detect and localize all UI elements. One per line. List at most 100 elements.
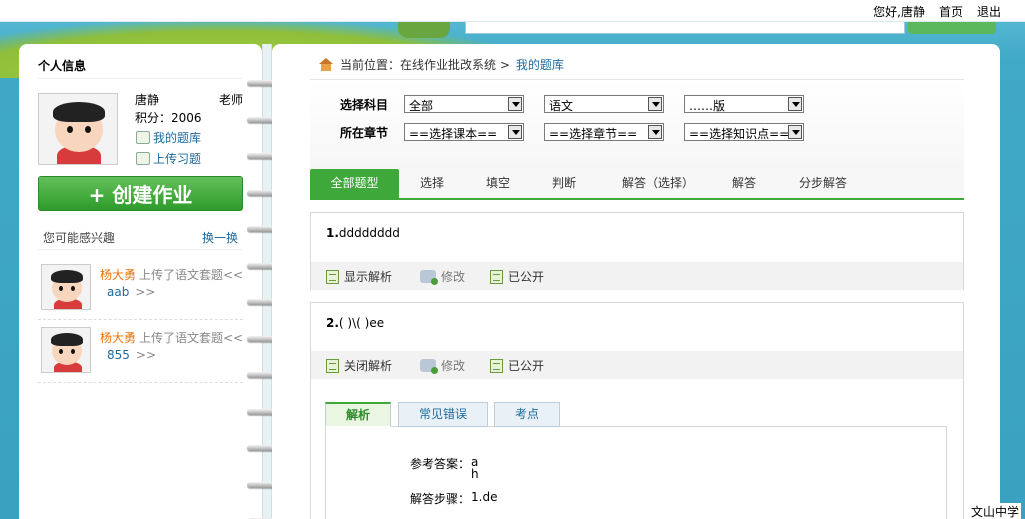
create-homework-button[interactable]: + 创建作业 <box>38 176 243 211</box>
feed-item-title: aab <box>107 285 130 299</box>
divider <box>38 249 243 250</box>
action-label: 关闭解析 <box>344 359 393 373</box>
breadcrumb-path: 当前位置：在线作业批改系统 > <box>340 58 510 72</box>
tab-all[interactable]: 全部题型 <box>310 169 399 198</box>
chevron-down-icon <box>788 97 802 111</box>
logout-link[interactable]: 退出 <box>977 3 1001 20</box>
feed-avatar <box>41 264 91 310</box>
feed-user-name[interactable]: 杨大勇 <box>100 329 136 346</box>
knowledge-value: ==选择知识点== <box>689 127 790 141</box>
course-value: 语文 <box>549 99 574 113</box>
analysis-panel: 参考答案： a h 解答步骤： 1.de <box>325 426 947 519</box>
course-select[interactable]: 语文 <box>544 95 664 113</box>
question-text: ( )\( )ee <box>338 316 385 330</box>
answer-line: h <box>471 467 479 481</box>
section-select[interactable]: ==选择章节== <box>544 123 664 141</box>
subject-label: 选择科目 <box>340 98 389 112</box>
tab-choice[interactable]: 选择 <box>410 169 454 198</box>
action-label: 修改 <box>441 359 466 373</box>
chevron-down-icon <box>648 125 662 139</box>
tab-judge[interactable]: 判断 <box>542 169 586 198</box>
school-name: 文山中学 <box>968 503 1021 519</box>
interest-label: 您可能感兴趣 <box>43 231 116 245</box>
action-label: 修改 <box>441 270 466 284</box>
feed-avatar <box>41 327 91 373</box>
tab-answer-choice[interactable]: 解答（选择） <box>608 169 708 198</box>
edit-button[interactable]: 修改 <box>420 268 465 285</box>
subject-select[interactable]: 全部 <box>404 95 524 113</box>
profile-title: 个人信息 <box>38 59 87 73</box>
link-label: 我的题库 <box>153 131 202 145</box>
user-name: 唐静 <box>135 93 160 107</box>
steps-label: 解答步骤： <box>410 492 471 506</box>
feed-more: >> <box>135 348 157 362</box>
feed-item-link[interactable]: aab >> <box>107 285 155 299</box>
chevron-down-icon <box>508 125 522 139</box>
subject-value: 全部 <box>409 99 434 113</box>
question-actions: 关闭解析 修改 已公开 <box>311 351 963 379</box>
home-link[interactable]: 首页 <box>939 3 963 20</box>
action-label: 已公开 <box>508 359 545 373</box>
home-icon[interactable] <box>318 58 334 71</box>
tab-answer[interactable]: 解答 <box>722 169 766 198</box>
tab-step-answer[interactable]: 分步解答 <box>788 169 858 198</box>
tab-fill[interactable]: 填空 <box>476 169 520 198</box>
tab-analysis[interactable]: 解析 <box>325 402 391 427</box>
search-input[interactable] <box>465 22 905 34</box>
chevron-down-icon <box>648 97 662 111</box>
edit-icon <box>420 270 438 285</box>
tab-knowledge-point[interactable]: 考点 <box>494 402 560 427</box>
user-score: 积分：2006 <box>135 111 202 125</box>
action-label: 已公开 <box>508 270 545 284</box>
feed-item: 杨大勇 上传了语文套题<< aab >> <box>38 262 243 320</box>
upload-question-link[interactable]: 上传习题 <box>136 150 201 167</box>
public-status-button[interactable]: 已公开 <box>490 268 544 285</box>
logo-book-icon <box>398 22 450 38</box>
answer-label: 参考答案： <box>410 457 471 471</box>
question-number: 1. <box>326 226 339 240</box>
lesson-select[interactable]: ==选择课本== <box>404 123 524 141</box>
question-actions: 显示解析 修改 已公开 <box>311 262 963 290</box>
question-card: 1.dddddddd 显示解析 修改 已公开 <box>310 212 964 290</box>
feed-item-title: 855 <box>107 348 130 362</box>
edition-select[interactable]: ……版 <box>684 95 804 113</box>
question-title: 1.dddddddd <box>326 226 400 240</box>
document-icon <box>326 358 339 373</box>
hide-analysis-button[interactable]: 关闭解析 <box>326 357 392 374</box>
chevron-down-icon <box>508 97 522 111</box>
feed-action: 上传了语文套题<< <box>139 331 244 345</box>
edit-button[interactable]: 修改 <box>420 357 465 374</box>
divider <box>38 78 243 79</box>
public-status-button[interactable]: 已公开 <box>490 357 544 374</box>
create-homework-label: + 创建作业 <box>88 183 193 207</box>
document-icon <box>490 358 503 373</box>
section-value: ==选择章节== <box>549 127 638 141</box>
link-label: 上传习题 <box>153 152 202 166</box>
question-type-tabs: 全部题型 选择 填空 判断 解答（选择） 解答 分步解答 <box>310 169 964 200</box>
question-text: dddddddd <box>338 226 400 240</box>
avatar <box>38 93 118 165</box>
search-button[interactable] <box>908 22 996 34</box>
my-question-bank-link[interactable]: 我的题库 <box>136 129 201 146</box>
breadcrumb-current[interactable]: 我的题库 <box>516 56 564 73</box>
feed-item-link[interactable]: 855 >> <box>107 348 156 362</box>
feed-action: 上传了语文套题<< <box>139 268 244 282</box>
steps-value: 1.de <box>471 490 498 504</box>
user-role: 老师 <box>219 93 244 107</box>
lesson-value: ==选择课本== <box>409 127 498 141</box>
edit-icon <box>420 359 438 374</box>
feed-user-name[interactable]: 杨大勇 <box>100 266 136 283</box>
breadcrumb: 当前位置：在线作业批改系统 > 我的题库 <box>318 56 564 73</box>
tab-common-errors[interactable]: 常见错误 <box>398 402 488 427</box>
document-icon <box>490 269 503 284</box>
question-number: 2. <box>326 316 339 330</box>
change-link[interactable]: 换一换 <box>202 229 238 246</box>
question-title: 2.( )\( )ee <box>326 316 384 330</box>
document-icon <box>326 269 339 284</box>
knowledge-select[interactable]: ==选择知识点== <box>684 123 804 141</box>
notepad-icon <box>136 131 150 144</box>
greeting: 您好,唐静 <box>873 5 925 19</box>
feed-item: 杨大勇 上传了语文套题<< 855 >> <box>38 325 243 383</box>
chevron-down-icon <box>788 125 802 139</box>
show-analysis-button[interactable]: 显示解析 <box>326 268 392 285</box>
